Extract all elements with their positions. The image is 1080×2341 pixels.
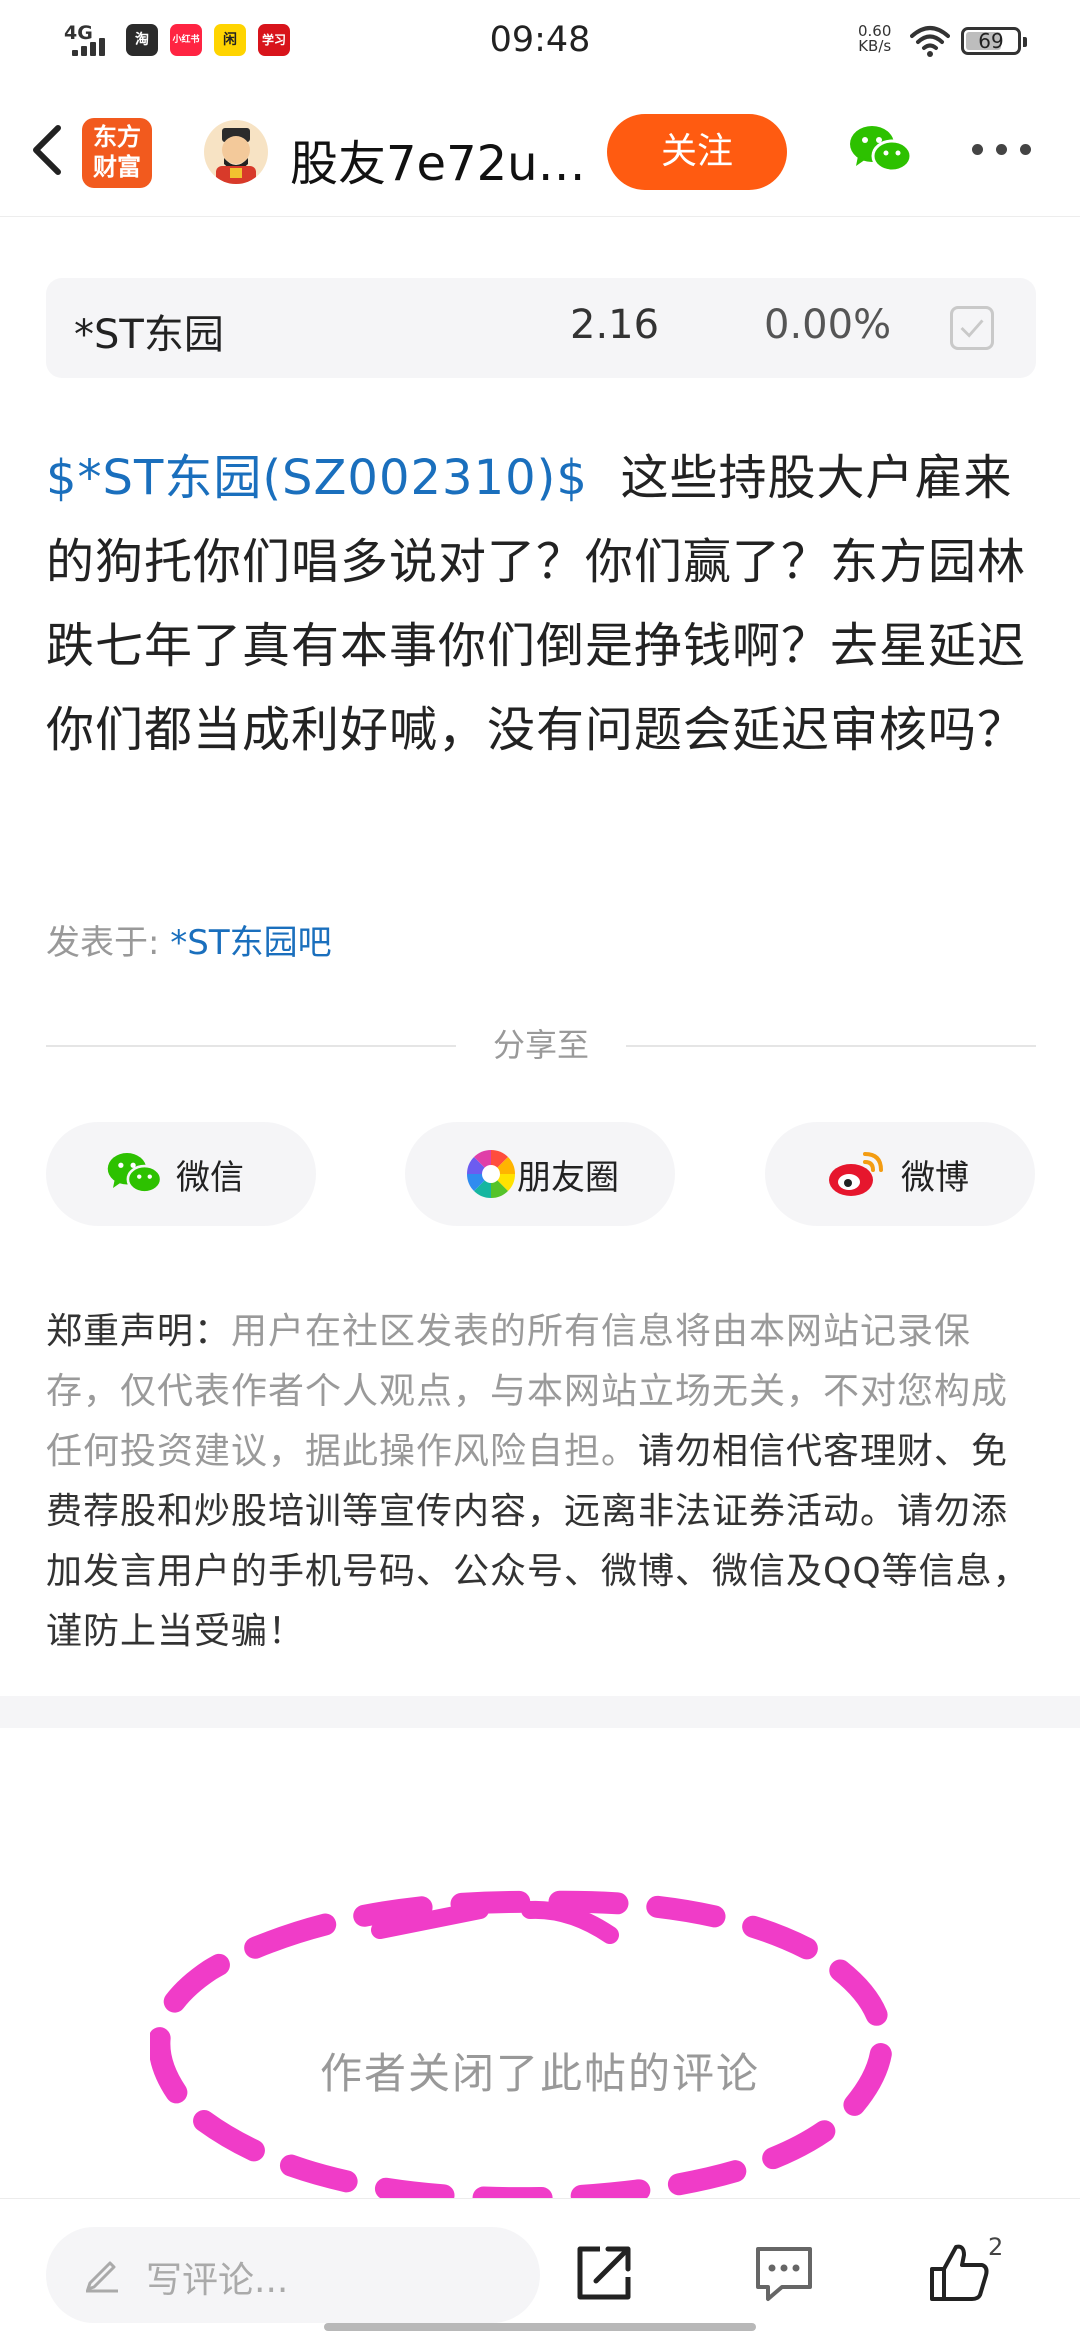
stock-name: *ST东园 xyxy=(74,312,224,358)
comment-input[interactable]: 写评论... xyxy=(46,2227,540,2323)
share-heading: 分享至 xyxy=(46,1020,1036,1070)
post-content: $*ST东园(SZ002310)$ 这些持股大户雇来的狗托你们唱多说对了？你们赢… xyxy=(46,436,1036,772)
add-watchlist-checkbox[interactable] xyxy=(950,306,994,350)
share-wechat-button[interactable]: 微信 xyxy=(46,1122,316,1226)
share-heading-label: 分享至 xyxy=(492,1026,589,1064)
network-speed: 0.60 KB/s xyxy=(858,24,891,54)
pencil-icon xyxy=(86,2261,118,2293)
stock-tag-link[interactable]: $*ST东园(SZ002310)$ xyxy=(46,450,588,506)
back-arrow-icon[interactable] xyxy=(22,120,72,180)
user-avatar[interactable] xyxy=(204,120,268,184)
home-indicator[interactable] xyxy=(324,2323,756,2331)
comments-closed-message: 作者关闭了此帖的评论 xyxy=(319,2049,760,2098)
share-moments-label: 朋友圈 xyxy=(517,1158,619,1198)
stock-quote-card[interactable]: *ST东园 2.16 0.00% xyxy=(46,278,1036,378)
share-wechat-label: 微信 xyxy=(176,1158,244,1198)
share-export-icon[interactable] xyxy=(572,2241,636,2305)
weibo-icon xyxy=(829,1152,883,1196)
speed-unit: KB/s xyxy=(858,37,892,55)
comment-icon[interactable] xyxy=(752,2241,816,2305)
disclaimer: 郑重声明：用户在社区发表的所有信息将由本网站记录保存，仅代表作者个人观点，与本网… xyxy=(46,1302,1036,1662)
share-weibo-button[interactable]: 微博 xyxy=(765,1122,1035,1226)
bottom-action-bar: 写评论... 2 xyxy=(0,2198,1080,2341)
stock-bar-link[interactable]: *ST东园吧 xyxy=(170,923,331,963)
comment-placeholder: 写评论... xyxy=(146,2260,289,2301)
status-bar: 4G 淘 小红书 闲 学习 09:48 0.60 KB/s 69 xyxy=(0,0,1080,80)
stock-change: 0.00% xyxy=(764,302,892,348)
battery-icon: 69 xyxy=(961,27,1027,55)
wifi-icon xyxy=(910,26,950,57)
top-nav: 东方 财富 股友7e72u… 关注 xyxy=(0,96,1080,217)
section-divider xyxy=(0,1696,1080,1728)
wechat-share-icon[interactable] xyxy=(848,122,912,178)
battery-level: 69 xyxy=(978,29,1004,53)
author-name[interactable]: 股友7e72u… xyxy=(290,124,600,194)
follow-button[interactable]: 关注 xyxy=(607,114,787,190)
stock-price: 2.16 xyxy=(570,302,660,348)
posted-in: 发表于: *ST东园吧 xyxy=(46,915,332,964)
share-moments-button[interactable]: 朋友圈 xyxy=(405,1122,675,1226)
like-count: 2 xyxy=(988,2233,1004,2261)
disclaimer-title: 郑重声明： xyxy=(46,1311,232,1352)
share-weibo-label: 微博 xyxy=(901,1158,969,1198)
posted-label: 发表于: xyxy=(46,923,171,963)
wechat-icon xyxy=(107,1153,162,1194)
like-icon[interactable] xyxy=(928,2241,992,2305)
more-icon[interactable] xyxy=(972,144,1032,158)
moments-icon xyxy=(466,1149,516,1199)
eastmoney-logo[interactable]: 东方 财富 xyxy=(82,118,152,188)
